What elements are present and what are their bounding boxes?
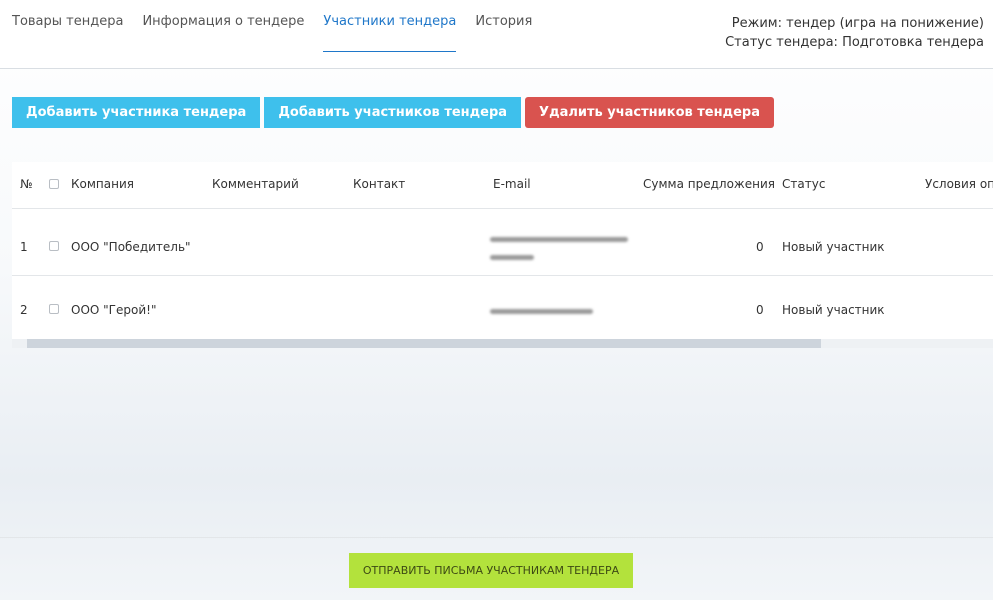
participants-table: № Компания Комментарий Контакт E-mail Су… (12, 162, 993, 348)
scrollbar-thumb[interactable] (27, 339, 821, 348)
company-name: ООО "Герой!" (71, 303, 157, 317)
participant-status: Новый участник (782, 303, 885, 317)
tab-bar: Товары тендера Информация о тендере Учас… (12, 0, 551, 69)
column-header-contact[interactable]: Контакт (353, 177, 405, 191)
column-header-status[interactable]: Статус (782, 177, 825, 191)
row-checkbox[interactable] (49, 304, 59, 314)
status-line: Статус тендера: Подготовка тендера (725, 33, 984, 52)
add-participants-button[interactable]: Добавить участников тендера (264, 97, 522, 128)
column-header-payment-conditions[interactable]: Условия оп (925, 177, 993, 191)
offer-sum: 0 (756, 240, 764, 254)
toolbar: Добавить участника тендера Добавить учас… (12, 97, 778, 128)
mode-line: Режим: тендер (игра на понижение) (725, 14, 984, 33)
row-number: 2 (20, 303, 28, 317)
status-label: Статус тендера: (725, 35, 838, 50)
tab-history[interactable]: История (475, 0, 532, 52)
offer-sum: 0 (756, 303, 764, 317)
delete-participants-button[interactable]: Удалить участников тендера (525, 97, 774, 128)
column-header-offer-sum[interactable]: Сумма предложения (643, 177, 775, 191)
top-bar: Товары тендера Информация о тендере Учас… (0, 0, 993, 69)
add-participant-button[interactable]: Добавить участника тендера (12, 97, 261, 128)
select-all-checkbox[interactable] (49, 179, 59, 189)
table-row[interactable]: 2 ООО "Герой!" 0 Новый участник (12, 276, 993, 340)
tab-tender-participants[interactable]: Участники тендера (323, 0, 457, 52)
tender-status-block: Режим: тендер (игра на понижение) Статус… (725, 14, 984, 52)
company-name: ООО "Победитель" (71, 240, 191, 254)
row-number: 1 (20, 240, 28, 254)
horizontal-scrollbar[interactable] (12, 339, 993, 348)
tab-tender-info[interactable]: Информация о тендере (142, 0, 304, 52)
mode-value: тендер (игра на понижение) (786, 16, 984, 31)
participant-status: Новый участник (782, 240, 885, 254)
column-header-number: № (20, 177, 33, 191)
tab-tender-goods[interactable]: Товары тендера (12, 0, 123, 52)
footer-bar: Отправить письма участникам тендера (0, 537, 993, 600)
column-header-email[interactable]: E-mail (493, 177, 531, 191)
row-checkbox[interactable] (49, 241, 59, 251)
column-header-comment[interactable]: Комментарий (212, 177, 299, 191)
send-letters-button[interactable]: Отправить письма участникам тендера (349, 553, 633, 588)
column-header-company[interactable]: Компания (71, 177, 134, 191)
table-header: № Компания Комментарий Контакт E-mail Су… (12, 162, 993, 209)
table-row[interactable]: 1 ООО "Победитель" 0 Новый участник (12, 209, 993, 276)
status-value: Подготовка тендера (842, 35, 984, 50)
mode-label: Режим: (731, 16, 782, 31)
